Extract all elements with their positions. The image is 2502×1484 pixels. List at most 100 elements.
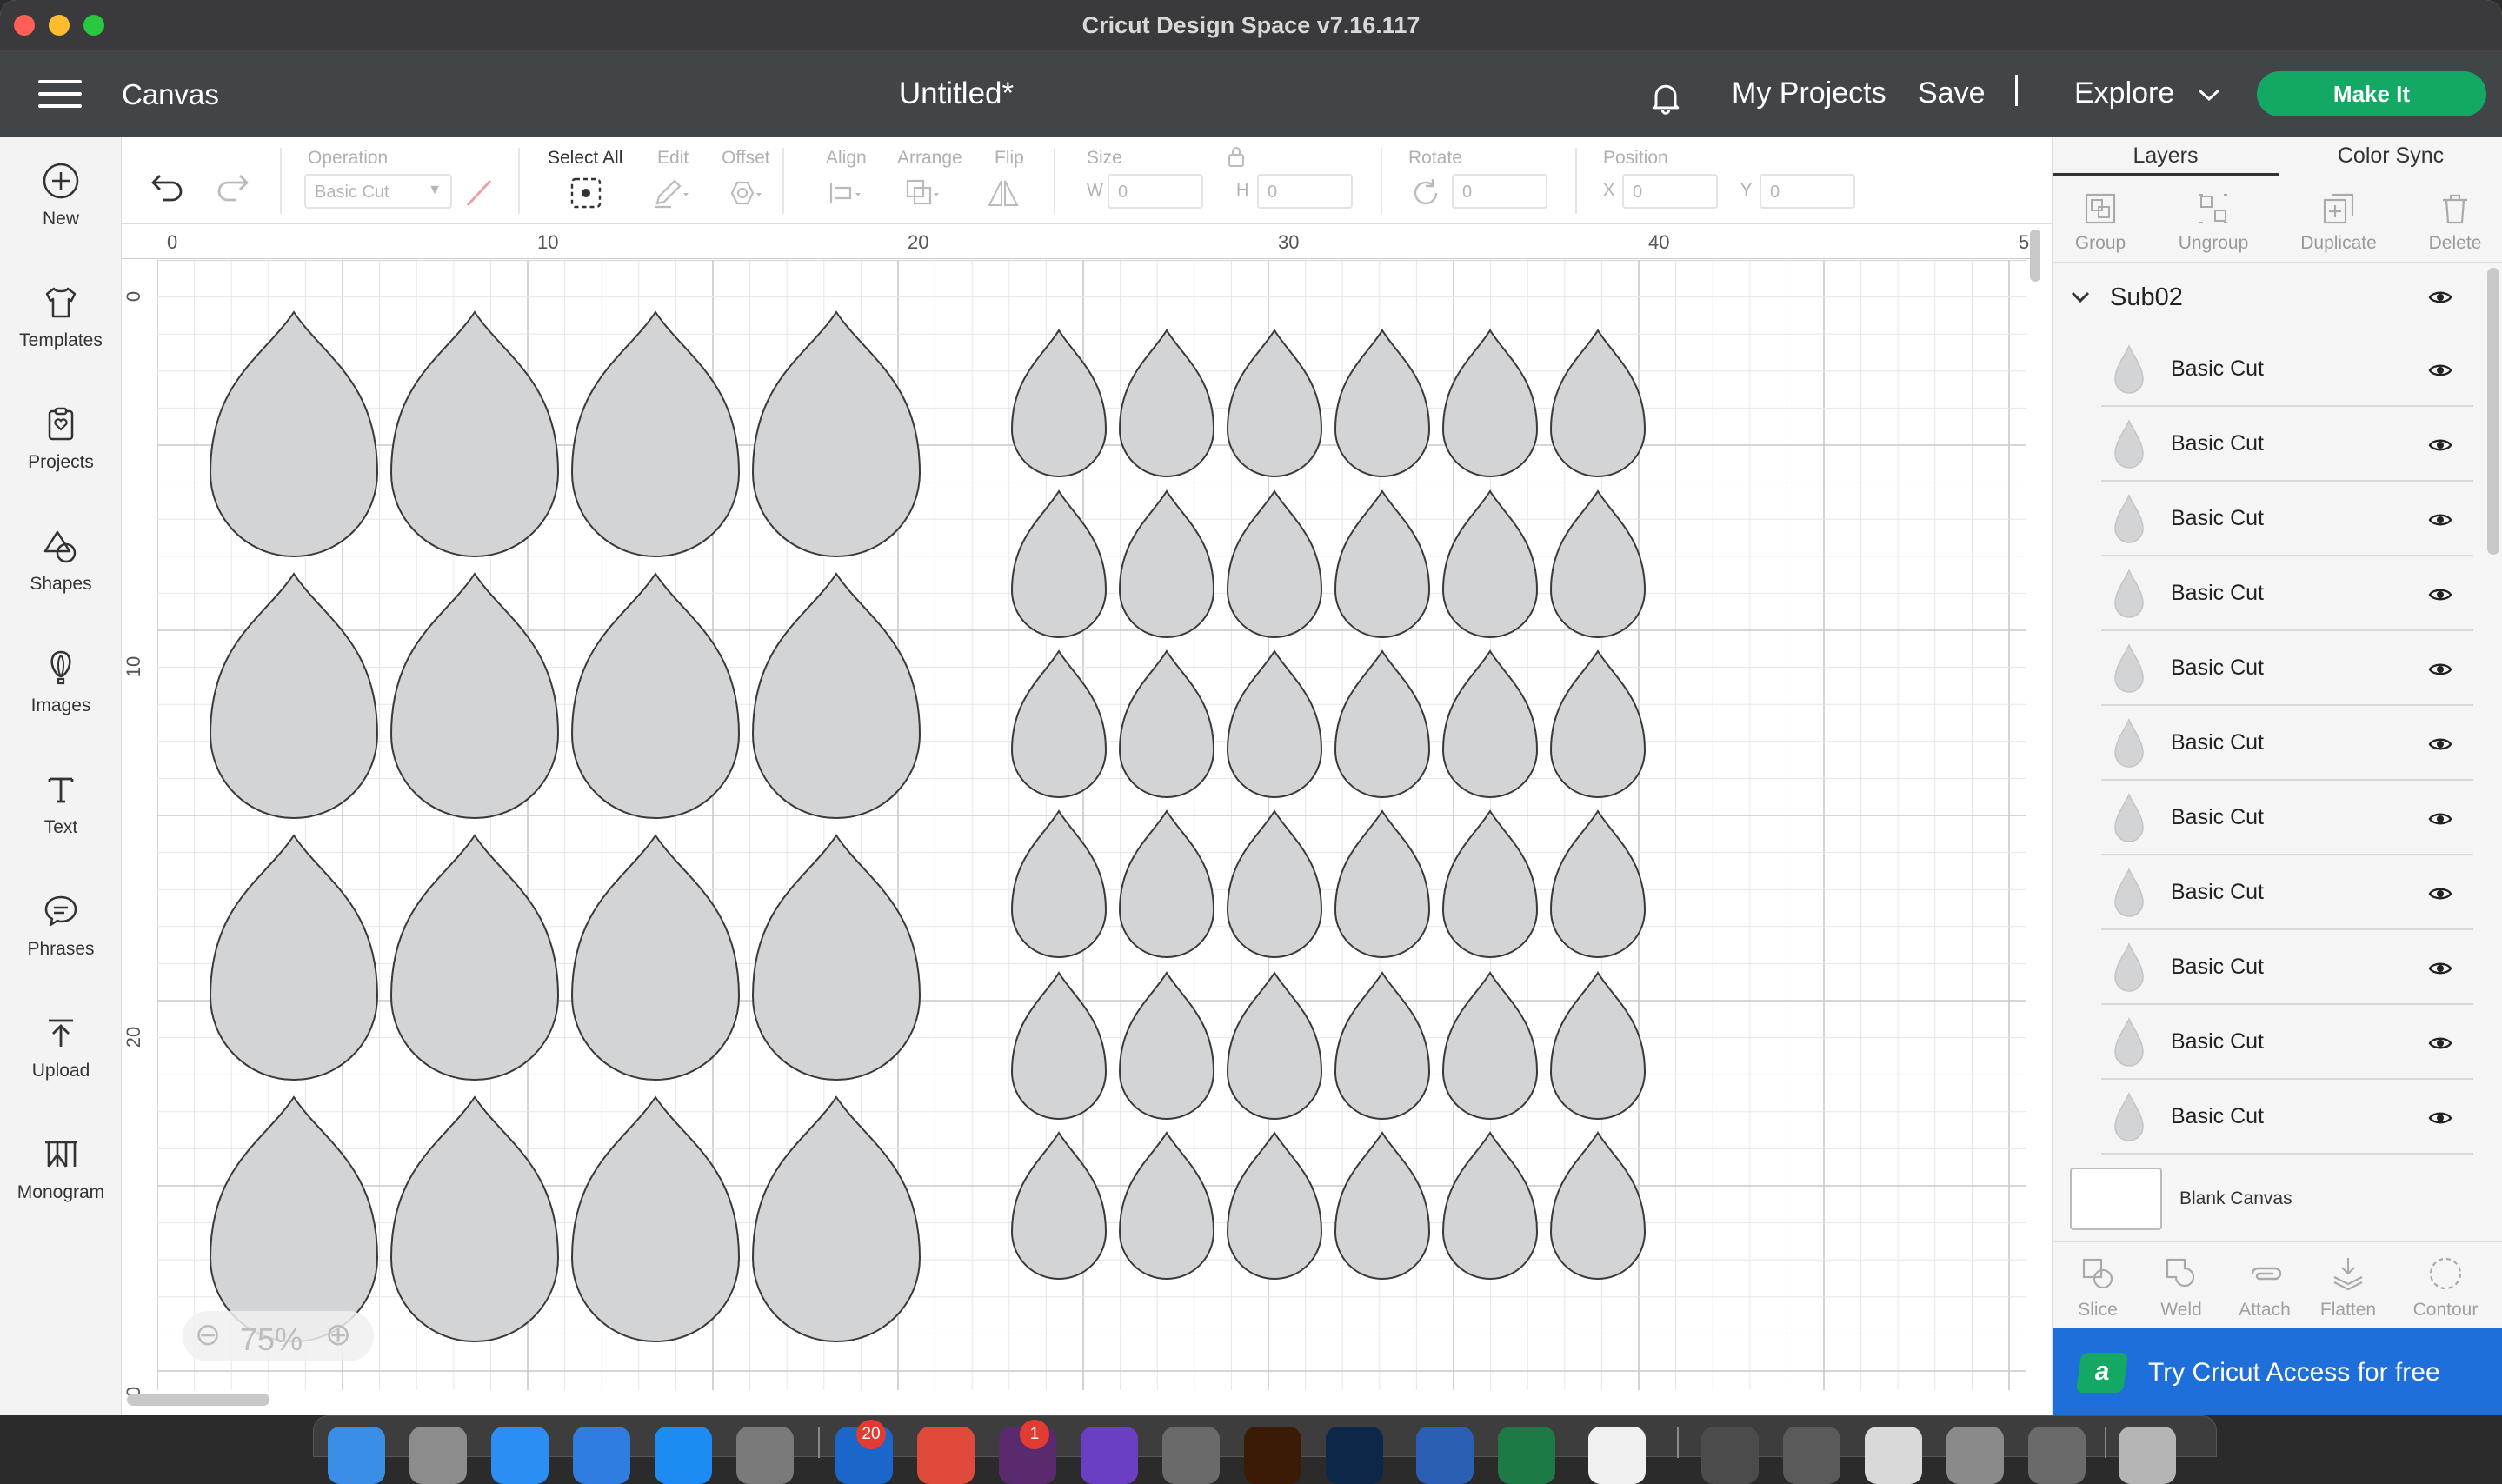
redo-icon[interactable] — [214, 170, 252, 202]
rotate-icon[interactable] — [1407, 176, 1445, 210]
duplicate-button[interactable]: Duplicate — [2291, 176, 2386, 263]
teardrop-shape[interactable] — [1118, 971, 1215, 1120]
layer-row[interactable]: Basic Cut — [2101, 930, 2473, 1005]
teardrop-shape[interactable] — [1441, 971, 1539, 1120]
teardrop-shape[interactable] — [1226, 329, 1323, 477]
teardrop-shape[interactable] — [1226, 489, 1323, 638]
teardrop-shape[interactable] — [751, 834, 922, 1081]
offset-icon[interactable] — [723, 176, 762, 210]
calculator-icon[interactable] — [1162, 1427, 1220, 1484]
teardrop-shape[interactable] — [1118, 329, 1215, 477]
vertical-scrollbar[interactable] — [2030, 230, 2040, 282]
app-store-icon[interactable] — [655, 1427, 712, 1484]
blank-canvas-row[interactable]: Blank Canvas — [2053, 1155, 2502, 1241]
document-title[interactable]: Untitled* — [869, 77, 1043, 111]
teardrop-shape[interactable] — [1441, 649, 1539, 798]
lock-icon[interactable] — [1226, 144, 1247, 169]
trash-icon[interactable] — [2119, 1427, 2176, 1484]
teardrop-shape[interactable] — [209, 834, 379, 1081]
teardrop-shape[interactable] — [1226, 649, 1323, 798]
layer-group-row[interactable]: Sub02 — [2053, 263, 2487, 332]
window-thumb-icon[interactable] — [1701, 1427, 1759, 1484]
teardrop-shape[interactable] — [1226, 809, 1323, 958]
layer-row[interactable]: Basic Cut — [2101, 631, 2473, 706]
rotate-input[interactable]: 0 — [1452, 174, 1547, 209]
window-thumb-icon[interactable] — [1865, 1427, 1922, 1484]
attach-button[interactable]: Attach — [2223, 1242, 2306, 1329]
teardrop-shape[interactable] — [209, 572, 379, 819]
teardrop-shape[interactable] — [1334, 971, 1431, 1120]
eye-icon[interactable] — [2428, 735, 2452, 753]
bell-icon[interactable] — [1647, 78, 1685, 116]
teardrop-shape[interactable] — [1118, 1131, 1215, 1280]
eye-icon[interactable] — [2428, 511, 2452, 529]
eye-icon[interactable] — [2428, 1035, 2452, 1052]
align-icon[interactable] — [826, 176, 864, 210]
layer-row[interactable]: Basic Cut — [2101, 482, 2473, 556]
teardrop-shape[interactable] — [1118, 649, 1215, 798]
teardrop-shape[interactable] — [1010, 971, 1108, 1120]
layer-row[interactable]: Basic Cut — [2101, 781, 2473, 855]
teardrop-shape[interactable] — [1226, 971, 1323, 1120]
flatten-button[interactable]: Flatten — [2306, 1242, 2390, 1329]
teardrop-shape[interactable] — [1010, 649, 1108, 798]
arrange-icon[interactable] — [902, 176, 941, 210]
horizontal-scrollbar[interactable] — [127, 1394, 269, 1406]
zoom-in-icon[interactable]: ⊕ — [325, 1316, 351, 1353]
eye-icon[interactable] — [2428, 885, 2452, 902]
affinity-icon[interactable] — [1081, 1427, 1138, 1484]
zoom-out-icon[interactable]: ⊖ — [195, 1316, 221, 1353]
teardrop-shape[interactable] — [1334, 649, 1431, 798]
sidebar-item-shapes[interactable]: Shapes — [0, 502, 122, 616]
ungroup-button[interactable]: Ungroup — [2166, 176, 2261, 263]
teardrop-shape[interactable] — [1010, 489, 1108, 638]
teardrop-shape[interactable] — [1334, 329, 1431, 477]
teardrop-shape[interactable] — [209, 310, 379, 557]
teardrop-shape[interactable] — [1010, 329, 1108, 477]
hamburger-menu-icon[interactable] — [38, 80, 82, 110]
layer-row[interactable]: Basic Cut — [2101, 1005, 2473, 1080]
make-it-button[interactable]: Make It — [2257, 71, 2486, 116]
flip-icon[interactable] — [984, 176, 1022, 210]
teardrop-shape[interactable] — [570, 834, 741, 1081]
save-link[interactable]: Save — [1918, 77, 1986, 110]
teardrop-shape[interactable] — [1118, 809, 1215, 958]
sidebar-item-images[interactable]: Images — [0, 624, 122, 737]
tab-layers[interactable]: Layers — [2053, 137, 2279, 176]
weld-button[interactable]: Weld — [2139, 1242, 2223, 1329]
teardrop-shape[interactable] — [1441, 809, 1539, 958]
teardrop-shape[interactable] — [1441, 329, 1539, 477]
sidebar-item-phrases[interactable]: Phrases — [0, 868, 122, 981]
teardrop-shape[interactable] — [751, 1095, 922, 1342]
launchpad-icon[interactable] — [409, 1427, 467, 1484]
teardrop-shape[interactable] — [1334, 1131, 1431, 1280]
eye-icon[interactable] — [2428, 661, 2452, 678]
layer-row[interactable]: Basic Cut — [2101, 556, 2473, 631]
teardrop-shape[interactable] — [1334, 809, 1431, 958]
edit-pencil-icon[interactable] — [650, 176, 689, 210]
teardrop-shape[interactable] — [1441, 1131, 1539, 1280]
x-input[interactable]: 0 — [1622, 174, 1718, 209]
teardrop-shape[interactable] — [1334, 489, 1431, 638]
excel-icon[interactable] — [1498, 1427, 1555, 1484]
window-thumb-icon[interactable] — [2028, 1427, 2086, 1484]
layers-scrollbar[interactable] — [2487, 268, 2499, 555]
group-button[interactable]: Group — [2053, 176, 2148, 263]
teardrop-shape[interactable] — [570, 572, 741, 819]
teardrop-shape[interactable] — [1010, 809, 1108, 958]
operation-select[interactable]: Basic Cut ▼ — [304, 174, 452, 209]
photoshop-icon[interactable] — [1326, 1427, 1383, 1484]
layer-row[interactable]: Basic Cut — [2101, 706, 2473, 781]
drive-icon[interactable] — [1588, 1427, 1646, 1484]
safari-icon[interactable] — [491, 1427, 549, 1484]
eye-icon[interactable] — [2428, 960, 2452, 977]
chevron-down-icon[interactable] — [2070, 289, 2091, 306]
settings-icon[interactable] — [736, 1427, 794, 1484]
word-icon[interactable] — [1416, 1427, 1474, 1484]
sidebar-item-upload[interactable]: Upload — [0, 989, 122, 1102]
design-canvas[interactable]: 0 10 20 30 40 5 0 10 20 0 ⊖ 75% ⊕ — [122, 224, 2052, 1415]
y-input[interactable]: 0 — [1760, 174, 1855, 209]
teardrop-shape[interactable] — [1010, 1131, 1108, 1280]
sidebar-item-monogram[interactable]: Monogram — [0, 1111, 122, 1224]
teardrop-shape[interactable] — [751, 310, 922, 557]
